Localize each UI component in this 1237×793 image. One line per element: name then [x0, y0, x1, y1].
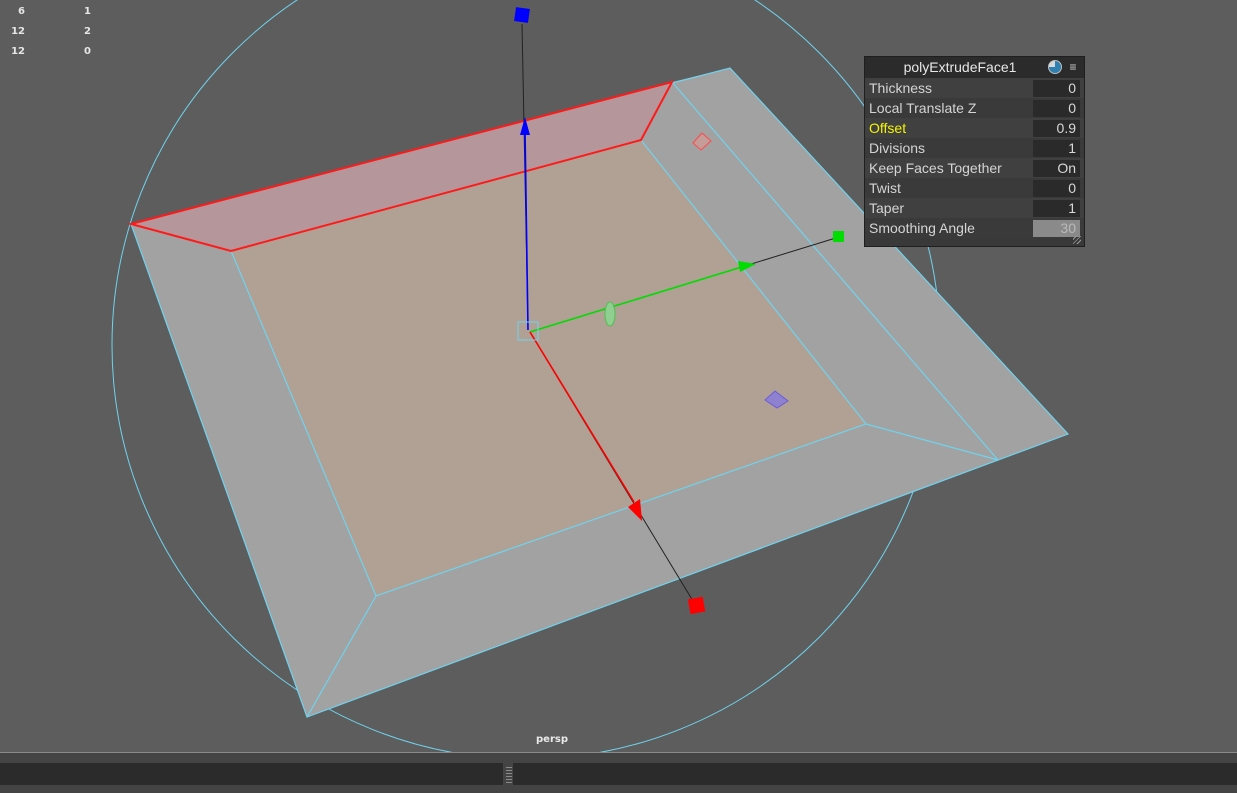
splitter-handle[interactable]	[506, 765, 512, 783]
attr-value-field[interactable]: 0	[1033, 80, 1080, 97]
attr-row-smoothing-angle[interactable]: Smoothing Angle 30	[865, 218, 1084, 238]
camera-label: persp	[536, 734, 568, 745]
hud-value: 12	[11, 26, 25, 37]
attr-row-taper[interactable]: Taper 1	[865, 198, 1084, 218]
attr-label: Twist	[869, 180, 901, 196]
attr-value-field[interactable]: On	[1033, 160, 1080, 177]
attr-row-keep-faces-together[interactable]: Keep Faces Together On	[865, 158, 1084, 178]
attr-value-field[interactable]: 1	[1033, 200, 1080, 217]
hamburger-menu-icon[interactable]: ≡	[1067, 59, 1079, 75]
hud-value: 2	[84, 26, 91, 37]
attr-row-local-translate-z[interactable]: Local Translate Z 0	[865, 98, 1084, 118]
y-axis-plane-handle[interactable]	[604, 301, 616, 327]
attr-label: Local Translate Z	[869, 100, 977, 116]
panel-title: polyExtrudeFace1	[903, 59, 1017, 75]
attr-label: Taper	[869, 200, 905, 216]
attr-row-offset[interactable]: Offset 0.9	[865, 118, 1084, 138]
attr-value-field[interactable]: 1	[1033, 140, 1080, 157]
command-input[interactable]	[0, 763, 503, 785]
hud-value: 6	[18, 6, 25, 17]
pie-chart-icon[interactable]	[1048, 60, 1062, 74]
attr-row-twist[interactable]: Twist 0	[865, 178, 1084, 198]
hud-value: 12	[11, 46, 25, 57]
attr-row-thickness[interactable]: Thickness 0	[865, 78, 1084, 98]
hud-row: 6 1	[0, 6, 110, 26]
hud-value: 1	[84, 6, 91, 17]
attr-label: Smoothing Angle	[869, 220, 975, 236]
attr-row-divisions[interactable]: Divisions 1	[865, 138, 1084, 158]
poly-count-hud: 6 1 12 2 12 0	[0, 6, 110, 66]
attr-label: Keep Faces Together	[869, 160, 1002, 176]
command-result-field[interactable]	[513, 763, 1237, 785]
attr-label: Thickness	[869, 80, 933, 96]
resize-grip-icon[interactable]	[1073, 236, 1081, 244]
attr-value-field[interactable]: 0	[1033, 180, 1080, 197]
in-view-editor-panel[interactable]: polyExtrudeFace1 ≡ Thickness 0 Local Tra…	[864, 56, 1085, 247]
z-axis-scale-handle[interactable]	[514, 7, 530, 23]
3d-viewport[interactable]: 6 1 12 2 12 0 persp polyExtrudeFace1 ≡ T…	[0, 0, 1237, 752]
y-axis-scale-handle[interactable]	[833, 231, 844, 242]
attr-label: Divisions	[869, 140, 926, 156]
attr-value-field[interactable]: 30	[1033, 220, 1080, 237]
command-line-bar	[0, 752, 1237, 793]
panel-title-bar[interactable]: polyExtrudeFace1 ≡	[865, 57, 1084, 78]
hud-row: 12 0	[0, 46, 110, 66]
x-axis-scale-handle[interactable]	[687, 596, 706, 615]
attr-label: Offset	[869, 120, 907, 136]
hud-value: 0	[84, 46, 91, 57]
hud-row: 12 2	[0, 26, 110, 46]
attr-value-field[interactable]: 0	[1033, 100, 1080, 117]
attr-value-field[interactable]: 0.9	[1033, 120, 1080, 137]
